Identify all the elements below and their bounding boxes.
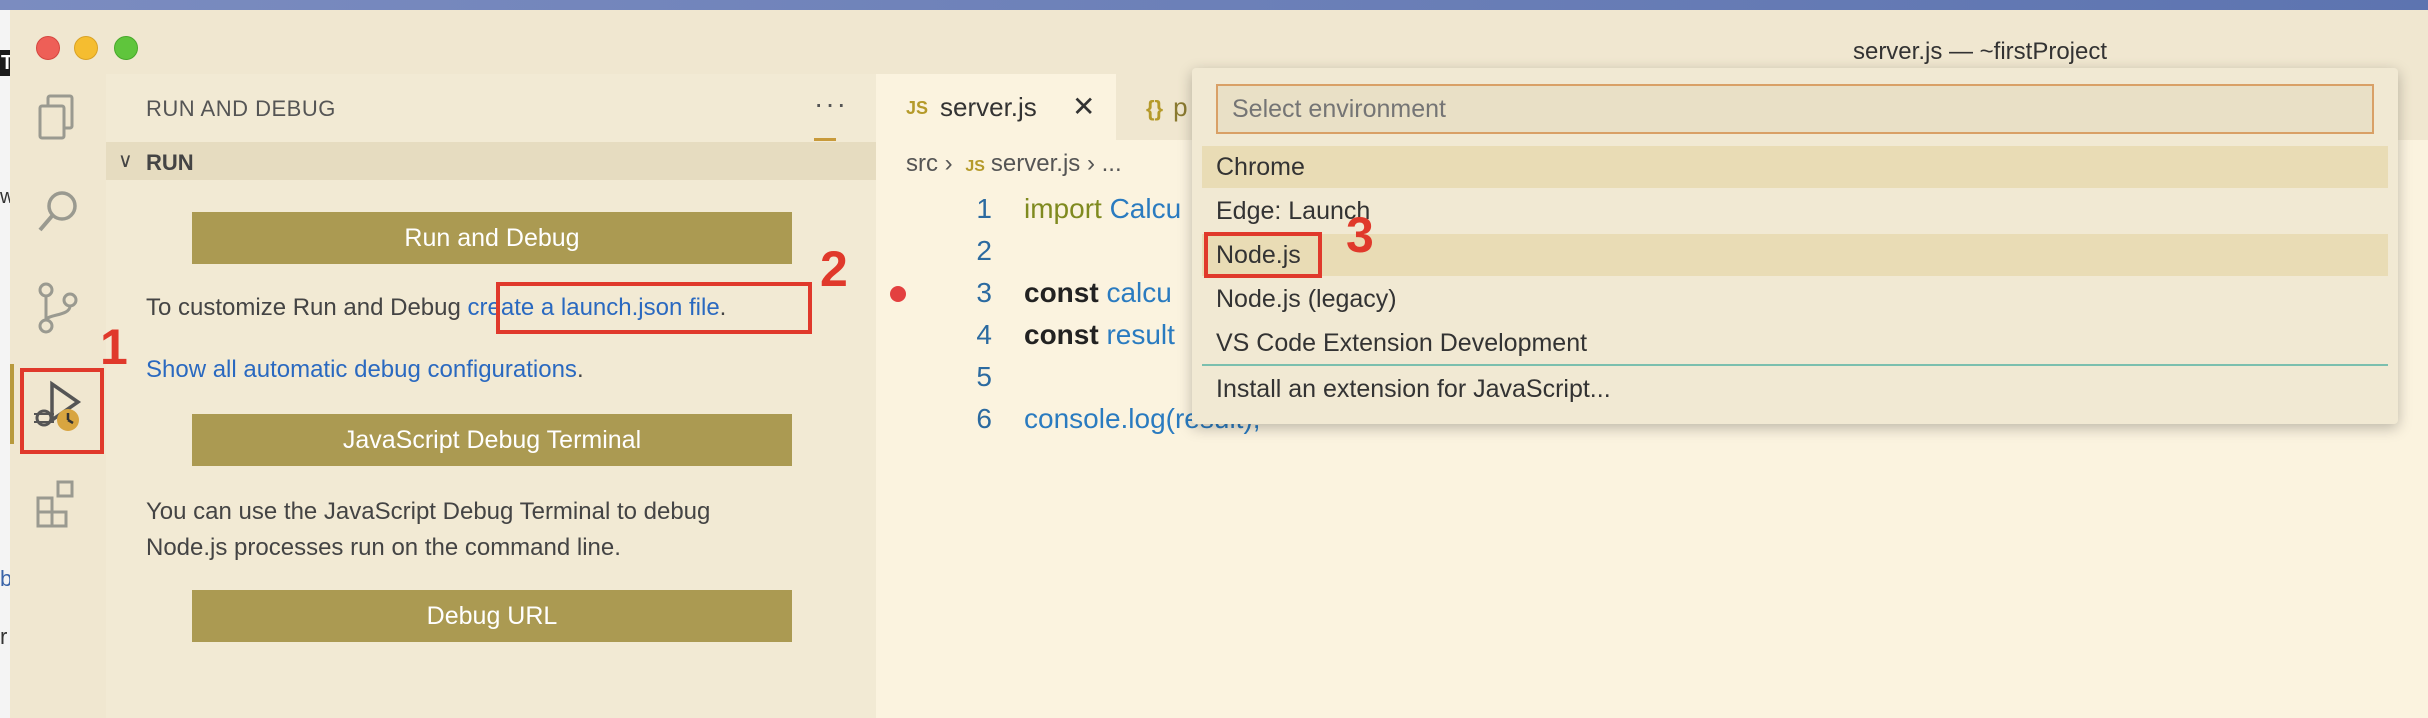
active-indicator — [10, 364, 14, 444]
chevron-right-icon: › — [944, 150, 960, 177]
environment-search-input[interactable] — [1216, 84, 2374, 134]
explorer-icon[interactable] — [28, 88, 88, 148]
line-number: 1 — [976, 193, 992, 224]
tab-label: p — [1173, 92, 1188, 122]
run-section-label: RUN — [146, 150, 194, 175]
title-bar: server.js — ~firstProject — [10, 10, 2428, 74]
show-configs-text: Show all automatic debug configurations. — [146, 352, 584, 388]
js-file-icon: JS — [965, 158, 985, 175]
background-text: r — [0, 624, 8, 649]
close-window-button[interactable] — [36, 36, 60, 60]
code-text: const calcu — [1024, 272, 1172, 314]
identifier: console — [1024, 403, 1121, 434]
quick-pick-separator — [1202, 364, 2388, 366]
customize-label: To customize Run and Debug — [146, 294, 468, 321]
environment-option[interactable]: Edge: Launch — [1202, 190, 2388, 232]
line-number: 2 — [976, 235, 992, 266]
window-title: server.js — ~firstProject — [1852, 38, 2108, 65]
annotation-box-3 — [1204, 232, 1322, 278]
environment-option[interactable]: Chrome — [1202, 146, 2388, 188]
identifier: .log( — [1120, 403, 1175, 434]
breadcrumb-file[interactable]: server.js — [991, 150, 1080, 177]
line-number: 4 — [976, 319, 992, 350]
tab-label: server.js — [940, 92, 1037, 122]
run-section-header[interactable]: ∨ RUN — [106, 142, 876, 180]
run-and-debug-sidebar: RUN AND DEBUG ··· ∨ RUN Run and Debug To… — [106, 74, 876, 718]
code-text: import Calcu — [1024, 188, 1181, 230]
desktop-top-edge — [0, 0, 2428, 10]
install-extension-option[interactable]: Install an extension for JavaScript... — [1202, 368, 2388, 410]
javascript-debug-terminal-button[interactable]: JavaScript Debug Terminal — [192, 414, 792, 466]
keyword: import — [1024, 193, 1102, 224]
annotation-number-3: 3 — [1346, 207, 1374, 263]
breadcrumb-more[interactable]: ... — [1102, 150, 1122, 177]
js-file-icon: JS — [906, 98, 929, 118]
terminal-description-1: You can use the JavaScript Debug Termina… — [146, 498, 711, 525]
annotation-box-1 — [20, 368, 104, 454]
annotation-box-2 — [496, 282, 812, 334]
environment-option[interactable]: Node.js (legacy) — [1202, 278, 2388, 320]
focus-underline — [814, 138, 836, 141]
show-automatic-configs-link[interactable]: Show all automatic debug configurations — [146, 356, 577, 383]
search-icon[interactable] — [28, 182, 88, 242]
annotation-number-1: 1 — [100, 319, 128, 375]
breadcrumb: src › JS server.js › ... — [906, 150, 1122, 178]
environment-option[interactable]: VS Code Extension Development — [1202, 322, 2388, 364]
breadcrumb-folder[interactable]: src — [906, 150, 938, 177]
environment-option[interactable]: Node.js — [1202, 234, 2388, 276]
minimize-window-button[interactable] — [74, 36, 98, 60]
line-number: 6 — [976, 403, 992, 434]
code-text: const result — [1024, 314, 1175, 356]
sidebar-title: RUN AND DEBUG — [146, 96, 336, 121]
extensions-icon[interactable] — [28, 472, 88, 532]
line-number: 5 — [976, 361, 992, 392]
breakpoint-icon[interactable] — [890, 286, 906, 302]
show-configs-end: . — [576, 356, 584, 383]
keyword: const — [1024, 277, 1099, 308]
identifier: result — [1098, 319, 1175, 350]
json-file-icon: {} — [1146, 96, 1164, 121]
chevron-right-icon: › — [1086, 150, 1102, 177]
run-and-debug-button[interactable]: Run and Debug — [192, 212, 792, 264]
background-window: Tr w b r — [0, 0, 20, 718]
identifier: calcu — [1098, 277, 1172, 308]
chevron-down-icon: ∨ — [118, 150, 133, 172]
terminal-description-2: Node.js processes run on the command lin… — [146, 534, 621, 561]
line-number: 3 — [976, 277, 992, 308]
keyword: const — [1024, 319, 1099, 350]
debug-url-button[interactable]: Debug URL — [192, 590, 792, 642]
tab-server-js[interactable]: JS server.js ✕ — [876, 74, 1116, 140]
zoom-window-button[interactable] — [114, 36, 138, 60]
annotation-number-2: 2 — [820, 241, 848, 297]
close-icon[interactable]: ✕ — [1072, 90, 1095, 123]
source-control-icon[interactable] — [28, 278, 88, 338]
more-actions-icon[interactable]: ··· — [814, 88, 848, 120]
identifier: Calcu — [1101, 193, 1182, 224]
tab-package-json[interactable]: {} p — [1146, 92, 1188, 123]
